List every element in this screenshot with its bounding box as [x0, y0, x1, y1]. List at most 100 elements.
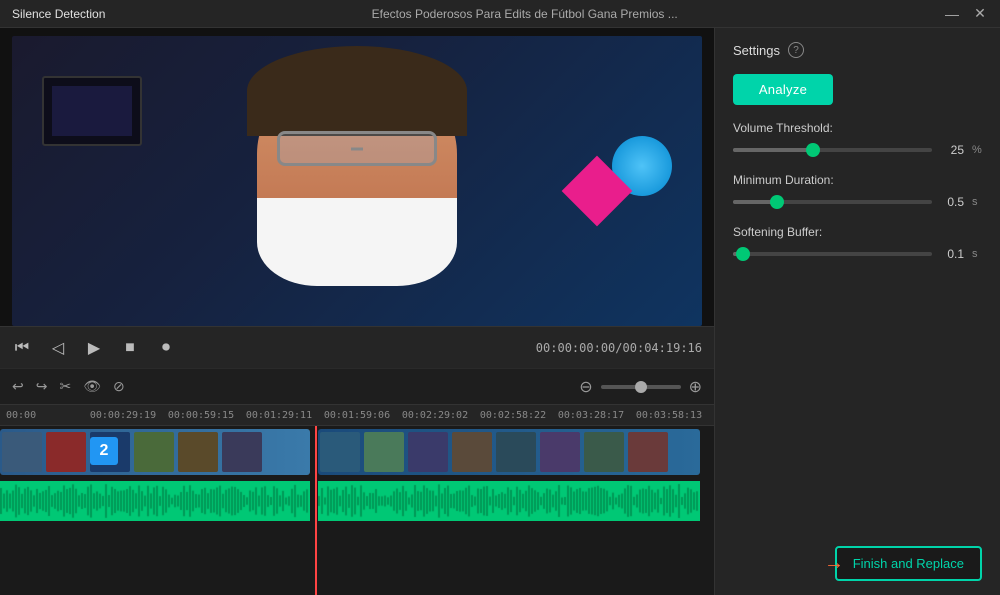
waveform-canvas-1	[0, 481, 310, 521]
thumb-10	[452, 432, 492, 472]
help-icon[interactable]: ?	[788, 42, 804, 58]
minimum-duration-group: Minimum Duration: 0.5 s	[733, 173, 982, 209]
main-layout: ⏮ ◁ ▶ ■ ⏺ 00:00:00:00/00:04:19:16 ↩ ↪ ✂ …	[0, 28, 1000, 595]
stop-button[interactable]: ■	[120, 339, 140, 357]
minimum-duration-value: 0.5	[940, 195, 964, 209]
video-title: Efectos Poderosos Para Edits de Fútbol G…	[105, 7, 944, 21]
zoom-in-button[interactable]: ⊕	[689, 377, 702, 397]
volume-threshold-value: 25	[940, 143, 964, 157]
clip-thumbnails-1	[0, 429, 264, 475]
undo-button[interactable]: ↩	[12, 378, 24, 395]
volume-threshold-slider-row: 25 %	[733, 143, 982, 157]
timeline-tracks: 2	[0, 426, 714, 595]
thumb-4	[134, 432, 174, 472]
record-button[interactable]: ⏺	[156, 339, 176, 357]
left-panel: ⏮ ◁ ▶ ■ ⏺ 00:00:00:00/00:04:19:16 ↩ ↪ ✂ …	[0, 28, 714, 595]
minimum-duration-slider-row: 0.5 s	[733, 195, 982, 209]
minimum-duration-thumb	[770, 195, 784, 209]
close-button[interactable]: ✕	[972, 5, 988, 22]
thumb-6	[222, 432, 262, 472]
ruler-mark-0: 00:00	[6, 410, 84, 421]
ruler-mark-6: 00:02:58:22	[474, 410, 552, 421]
minimum-duration-label: Minimum Duration:	[733, 173, 982, 187]
thumb-1	[2, 432, 42, 472]
softening-buffer-slider[interactable]	[733, 252, 932, 256]
softening-buffer-label: Softening Buffer:	[733, 225, 982, 239]
right-panel: Settings ? Analyze Volume Threshold: 25 …	[714, 28, 1000, 595]
ruler-mark-4: 00:01:59:06	[318, 410, 396, 421]
bg-monitor-decor	[42, 76, 142, 146]
video-preview-container	[0, 28, 714, 326]
time-display: 00:00:00:00/00:04:19:16	[536, 341, 702, 355]
current-time: 00:00:00:00	[536, 341, 615, 355]
volume-threshold-unit: %	[972, 144, 982, 156]
softening-buffer-value: 0.1	[940, 247, 964, 261]
thumb-2	[46, 432, 86, 472]
video-clip-2[interactable]	[318, 429, 700, 475]
zoom-controls: ⊖ ⊕	[579, 377, 702, 397]
zoom-slider[interactable]	[601, 385, 681, 389]
play-back-button[interactable]: ◁	[48, 338, 68, 358]
volume-threshold-label: Volume Threshold:	[733, 121, 982, 135]
play-button[interactable]: ▶	[84, 338, 104, 358]
thumb-8	[364, 432, 404, 472]
softening-buffer-slider-row: 0.1 s	[733, 247, 982, 261]
clip-thumbnails-2	[318, 429, 670, 475]
zoom-out-button[interactable]: ⊖	[579, 377, 592, 397]
eye-button[interactable]: 👁	[83, 378, 101, 395]
ruler-mark-3: 00:01:29:11	[240, 410, 318, 421]
minimum-duration-unit: s	[972, 196, 982, 208]
softening-buffer-thumb	[736, 247, 750, 261]
redo-button[interactable]: ↪	[36, 378, 48, 395]
timeline-toolbar: ↩ ↪ ✂ 👁 ⊘ ⊖ ⊕	[0, 368, 714, 404]
ruler-mark-8: 00:03:58:13	[630, 410, 708, 421]
glasses-shape	[277, 131, 437, 166]
playhead	[315, 426, 317, 595]
thumb-13	[584, 432, 624, 472]
finish-and-replace-button[interactable]: Finish and Replace	[835, 546, 982, 581]
app-title: Silence Detection	[12, 7, 105, 21]
video-track: 2	[0, 426, 714, 478]
thumb-14	[628, 432, 668, 472]
person-figure	[247, 66, 467, 306]
thumb-5	[178, 432, 218, 472]
bottom-bar: → Finish and Replace	[733, 536, 982, 581]
video-preview	[12, 36, 702, 326]
minimum-duration-slider[interactable]	[733, 200, 932, 204]
thumb-7	[320, 432, 360, 472]
waveform-segment-2	[318, 481, 700, 521]
softening-buffer-unit: s	[972, 248, 982, 260]
analyze-button[interactable]: Analyze	[733, 74, 833, 105]
thumb-11	[496, 432, 536, 472]
window-controls: — ✕	[944, 5, 988, 22]
ruler-mark-5: 00:02:29:02	[396, 410, 474, 421]
waveform-canvas-2	[318, 481, 700, 521]
mute-button[interactable]: ⊘	[113, 378, 125, 395]
rewind-button[interactable]: ⏮	[12, 339, 32, 357]
settings-title: Settings	[733, 43, 780, 58]
time-sep: /	[615, 341, 622, 355]
clip-badge: 2	[90, 437, 118, 465]
ruler-mark-1: 00:00:29:19	[84, 410, 162, 421]
ruler-mark-7: 00:03:28:17	[552, 410, 630, 421]
timeline-ruler: 00:00 00:00:29:19 00:00:59:15 00:01:29:1…	[0, 404, 714, 426]
ruler-mark-2: 00:00:59:15	[162, 410, 240, 421]
playback-bar: ⏮ ◁ ▶ ■ ⏺ 00:00:00:00/00:04:19:16	[0, 326, 714, 368]
softening-buffer-group: Softening Buffer: 0.1 s	[733, 225, 982, 261]
volume-threshold-slider[interactable]	[733, 148, 932, 152]
scissors-button[interactable]: ✂	[59, 378, 71, 395]
minimize-button[interactable]: —	[944, 6, 960, 22]
zoom-slider-thumb	[635, 381, 647, 393]
arrow-icon: →	[824, 552, 844, 575]
volume-threshold-thumb	[806, 143, 820, 157]
volume-threshold-fill	[733, 148, 813, 152]
total-time: 00:04:19:16	[623, 341, 702, 355]
video-clip-1[interactable]: 2	[0, 429, 310, 475]
thumb-9	[408, 432, 448, 472]
settings-header: Settings ?	[733, 42, 982, 58]
audio-track	[0, 478, 714, 530]
volume-threshold-group: Volume Threshold: 25 %	[733, 121, 982, 157]
titlebar: Silence Detection Efectos Poderosos Para…	[0, 0, 1000, 28]
face-shape	[257, 66, 457, 286]
video-frame	[12, 36, 702, 326]
